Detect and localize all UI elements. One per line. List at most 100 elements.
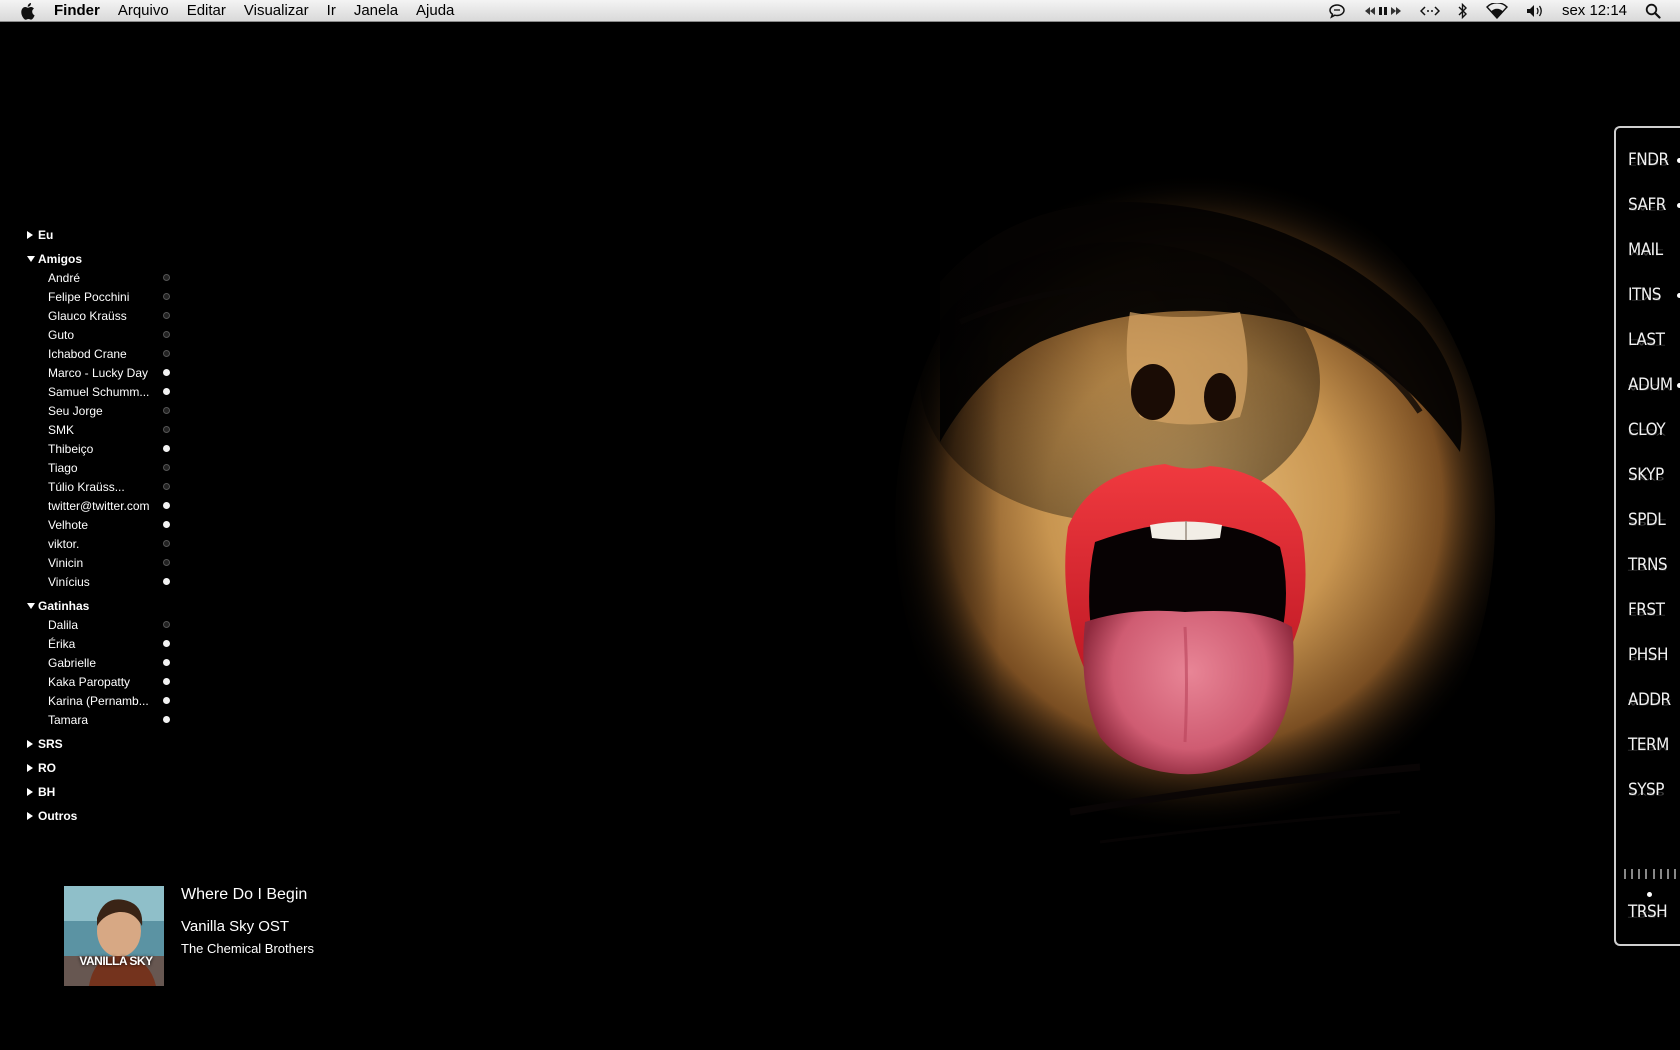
disclosure-right-icon[interactable]	[27, 230, 38, 239]
screen-sharing-icon	[1419, 5, 1440, 16]
buddy-group-ro[interactable]: RO	[27, 758, 172, 777]
dock-separator	[1624, 869, 1676, 879]
buddy-row[interactable]: Érika	[27, 634, 172, 653]
buddy-row[interactable]: Marco - Lucky Day	[27, 363, 172, 382]
dock-item-adum[interactable]: ADUM	[1616, 371, 1680, 401]
menu-editar[interactable]: Editar	[178, 0, 235, 22]
disclosure-down-icon[interactable]	[27, 602, 38, 609]
buddy-row[interactable]: Karina (Pernamb...	[27, 691, 172, 710]
menu-visualizar[interactable]: Visualizar	[235, 0, 318, 22]
disclosure-right-icon[interactable]	[27, 763, 38, 772]
disclosure-right-icon[interactable]	[27, 739, 38, 748]
dock-item-skyp[interactable]: SKYP	[1616, 461, 1680, 491]
bluetooth-menu[interactable]	[1449, 0, 1477, 22]
dock-item-label: LAST	[1628, 330, 1665, 350]
buddy-group-amigos[interactable]: Amigos	[27, 249, 172, 268]
buddy-name: Érika	[48, 636, 76, 651]
menu-janela[interactable]: Janela	[345, 0, 407, 22]
buddy-list: Eu Amigos André Felipe Pocchini Glauco Kraüs…	[27, 220, 172, 825]
buddy-row[interactable]: Glauco Kraüss	[27, 306, 172, 325]
buddy-group-bh[interactable]: BH	[27, 782, 172, 801]
menu-clock[interactable]: sex 12:14	[1553, 0, 1636, 22]
dock-item-label: CLOY	[1628, 420, 1666, 440]
buddy-group-outros[interactable]: Outros	[27, 806, 172, 825]
chat-menu[interactable]	[1319, 0, 1355, 22]
status-idle-icon	[163, 274, 170, 281]
menu-ir[interactable]: Ir	[318, 0, 345, 22]
disclosure-right-icon[interactable]	[27, 811, 38, 820]
buddy-group-eu[interactable]: Eu	[27, 225, 172, 244]
buddy-row[interactable]: Gabrielle	[27, 653, 172, 672]
screen-sharing-menu[interactable]	[1411, 0, 1449, 22]
buddy-name: SMK	[48, 422, 75, 437]
status-idle-icon	[163, 540, 170, 547]
dock-item-trash[interactable]: TRSH	[1616, 898, 1680, 928]
buddy-row[interactable]: Tamara	[27, 710, 172, 729]
album-cover-art-image	[64, 886, 164, 986]
buddy-name: Kaka Paropatty	[48, 674, 131, 689]
dock-item-term[interactable]: TERM	[1616, 731, 1680, 761]
artist-name: The Chemical Brothers	[181, 941, 314, 956]
buddy-row[interactable]: Guto	[27, 325, 172, 344]
apple-menu[interactable]	[12, 0, 42, 22]
dock-item-sysp[interactable]: SYSP	[1616, 776, 1680, 806]
status-online-icon	[163, 502, 170, 509]
menu-app-name[interactable]: Finder	[42, 0, 109, 22]
buddy-name: Túlio Kraüss...	[48, 479, 125, 494]
status-online-icon	[163, 659, 170, 666]
buddy-row[interactable]: SMK	[27, 420, 172, 439]
buddy-name: Dalila	[48, 617, 79, 632]
spotlight-search-icon	[1645, 3, 1661, 19]
buddy-row[interactable]: twitter@twitter.com	[27, 496, 172, 515]
menu-arquivo[interactable]: Arquivo	[109, 0, 178, 22]
dock-item-label: SKYP	[1628, 465, 1664, 485]
status-idle-icon	[163, 426, 170, 433]
buddy-row[interactable]: Kaka Paropatty	[27, 672, 172, 691]
menu-ajuda[interactable]: Ajuda	[407, 0, 463, 22]
menu-extras: sex 12:14	[1319, 0, 1680, 22]
buddy-name: Thibeiço	[48, 441, 94, 456]
status-online-icon	[163, 640, 170, 647]
dock-item-phsh[interactable]: PHSH	[1616, 641, 1680, 671]
buddy-row[interactable]: viktor.	[27, 534, 172, 553]
wifi-menu[interactable]	[1477, 0, 1517, 22]
volume-menu[interactable]	[1517, 0, 1553, 22]
album-cover[interactable]: VANILLA SKY	[64, 886, 164, 986]
dock-item-trns[interactable]: TRNS	[1616, 551, 1680, 581]
dock-item-fndr[interactable]: FNDR	[1616, 146, 1680, 176]
buddy-row[interactable]: Felipe Pocchini	[27, 287, 172, 306]
dock-item-safr[interactable]: SAFR	[1616, 191, 1680, 221]
status-idle-icon	[163, 407, 170, 414]
dock-item-label: PHSH	[1628, 645, 1668, 665]
disclosure-right-icon[interactable]	[27, 787, 38, 796]
buddy-group-srs[interactable]: SRS	[27, 734, 172, 753]
dock-item-frst[interactable]: FRST	[1616, 596, 1680, 626]
buddy-row[interactable]: Túlio Kraüss...	[27, 477, 172, 496]
dock-item-last[interactable]: LAST	[1616, 326, 1680, 356]
spotlight-menu[interactable]	[1636, 0, 1670, 22]
volume-icon	[1526, 4, 1542, 17]
dock-item-itns[interactable]: ITNS	[1616, 281, 1680, 311]
buddy-name: Gabrielle	[48, 655, 97, 670]
disclosure-down-icon[interactable]	[27, 255, 38, 262]
buddy-row[interactable]: Thibeiço	[27, 439, 172, 458]
buddy-row[interactable]: Vinicin	[27, 553, 172, 572]
buddy-row[interactable]: Tiago	[27, 458, 172, 477]
dock-item-spdl[interactable]: SPDL	[1616, 506, 1680, 536]
buddy-row[interactable]: Dalila	[27, 615, 172, 634]
buddy-row[interactable]: Ichabod Crane	[27, 344, 172, 363]
dock-item-cloy[interactable]: CLOY	[1616, 416, 1680, 446]
dock-item-label: ADUM	[1628, 375, 1673, 395]
buddy-name: Marco - Lucky Day	[48, 365, 149, 380]
media-controls-menu[interactable]	[1355, 0, 1411, 22]
buddy-row[interactable]: Samuel Schumm...	[27, 382, 172, 401]
buddy-row[interactable]: André	[27, 268, 172, 287]
dock-item-mail[interactable]: MAIL	[1616, 236, 1680, 266]
buddy-row[interactable]: Vinícius	[27, 572, 172, 591]
dock-item-label: MAIL	[1628, 240, 1663, 260]
buddy-row[interactable]: Velhote	[27, 515, 172, 534]
dock-item-addr[interactable]: ADDR	[1616, 686, 1680, 716]
status-idle-icon	[163, 559, 170, 566]
buddy-group-gatinhas[interactable]: Gatinhas	[27, 596, 172, 615]
buddy-row[interactable]: Seu Jorge	[27, 401, 172, 420]
